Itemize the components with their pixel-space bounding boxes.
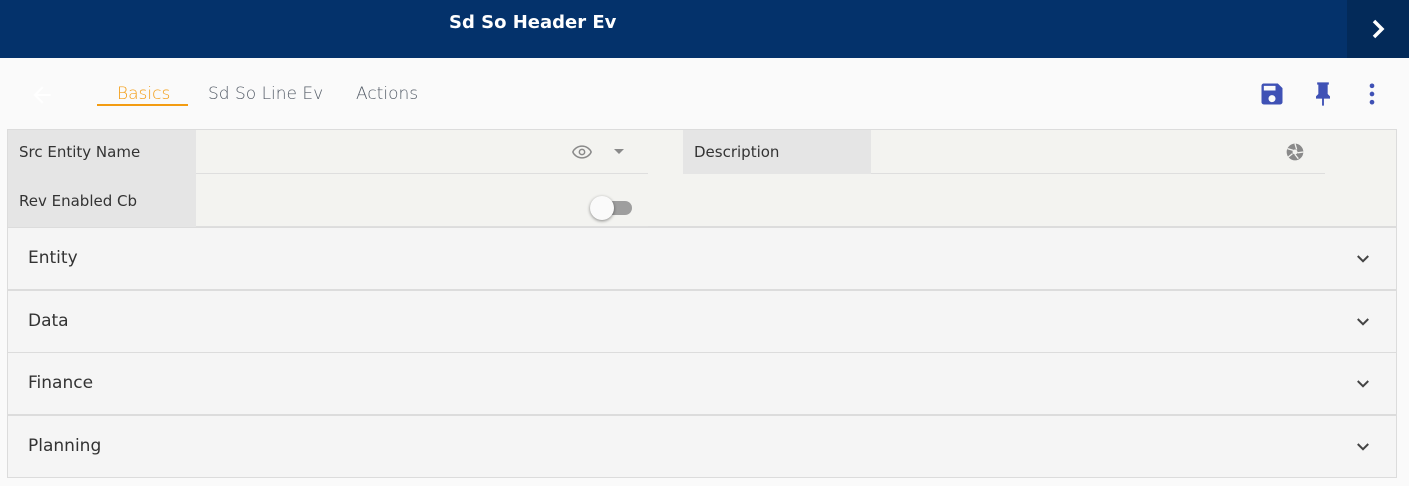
tab-basics[interactable]: Basics [117, 84, 170, 104]
section-planning[interactable]: Planning [7, 415, 1397, 478]
section-data[interactable]: Data [7, 290, 1397, 353]
chevron-right-icon [1372, 19, 1385, 39]
rev-enabled-cb-label: Rev Enabled Cb [8, 174, 196, 227]
chevron-down-icon [1357, 255, 1369, 263]
section-entity[interactable]: Entity [7, 227, 1397, 290]
chevron-down-icon [1357, 443, 1369, 451]
description-label: Description [683, 130, 871, 174]
save-icon[interactable] [1258, 80, 1286, 108]
active-tab-indicator [97, 104, 188, 106]
section-label: Data [28, 311, 69, 331]
toolbar: Basics Sd So Line Ev Actions [0, 58, 1409, 130]
tab-sd-so-line-ev[interactable]: Sd So Line Ev [208, 84, 323, 104]
arrow-left-icon[interactable] [29, 82, 55, 108]
aperture-icon[interactable] [1285, 142, 1305, 162]
section-finance[interactable]: Finance [7, 352, 1397, 415]
rev-enabled-cb-field [196, 174, 648, 227]
toggle-knob[interactable] [590, 196, 614, 220]
page-title: Sd So Header Ev [449, 12, 617, 33]
tab-actions[interactable]: Actions [356, 84, 418, 104]
rev-enabled-toggle[interactable] [590, 196, 636, 220]
section-label: Entity [28, 248, 78, 268]
description-field[interactable] [871, 130, 1325, 174]
chevron-down-icon [1357, 380, 1369, 388]
section-label: Planning [28, 436, 102, 456]
dropdown-arrow-icon[interactable] [614, 149, 624, 155]
next-button[interactable] [1347, 0, 1409, 58]
basics-form: Src Entity Name Description Rev Enabled … [7, 129, 1397, 227]
section-label: Finance [28, 373, 94, 393]
chevron-down-icon [1357, 318, 1369, 326]
src-entity-name-field[interactable] [196, 130, 648, 174]
pin-icon[interactable] [1309, 80, 1337, 108]
eye-icon[interactable] [572, 144, 592, 160]
app-header: Sd So Header Ev [0, 0, 1409, 58]
src-entity-name-label: Src Entity Name [8, 130, 196, 174]
more-vertical-icon[interactable] [1358, 80, 1386, 108]
